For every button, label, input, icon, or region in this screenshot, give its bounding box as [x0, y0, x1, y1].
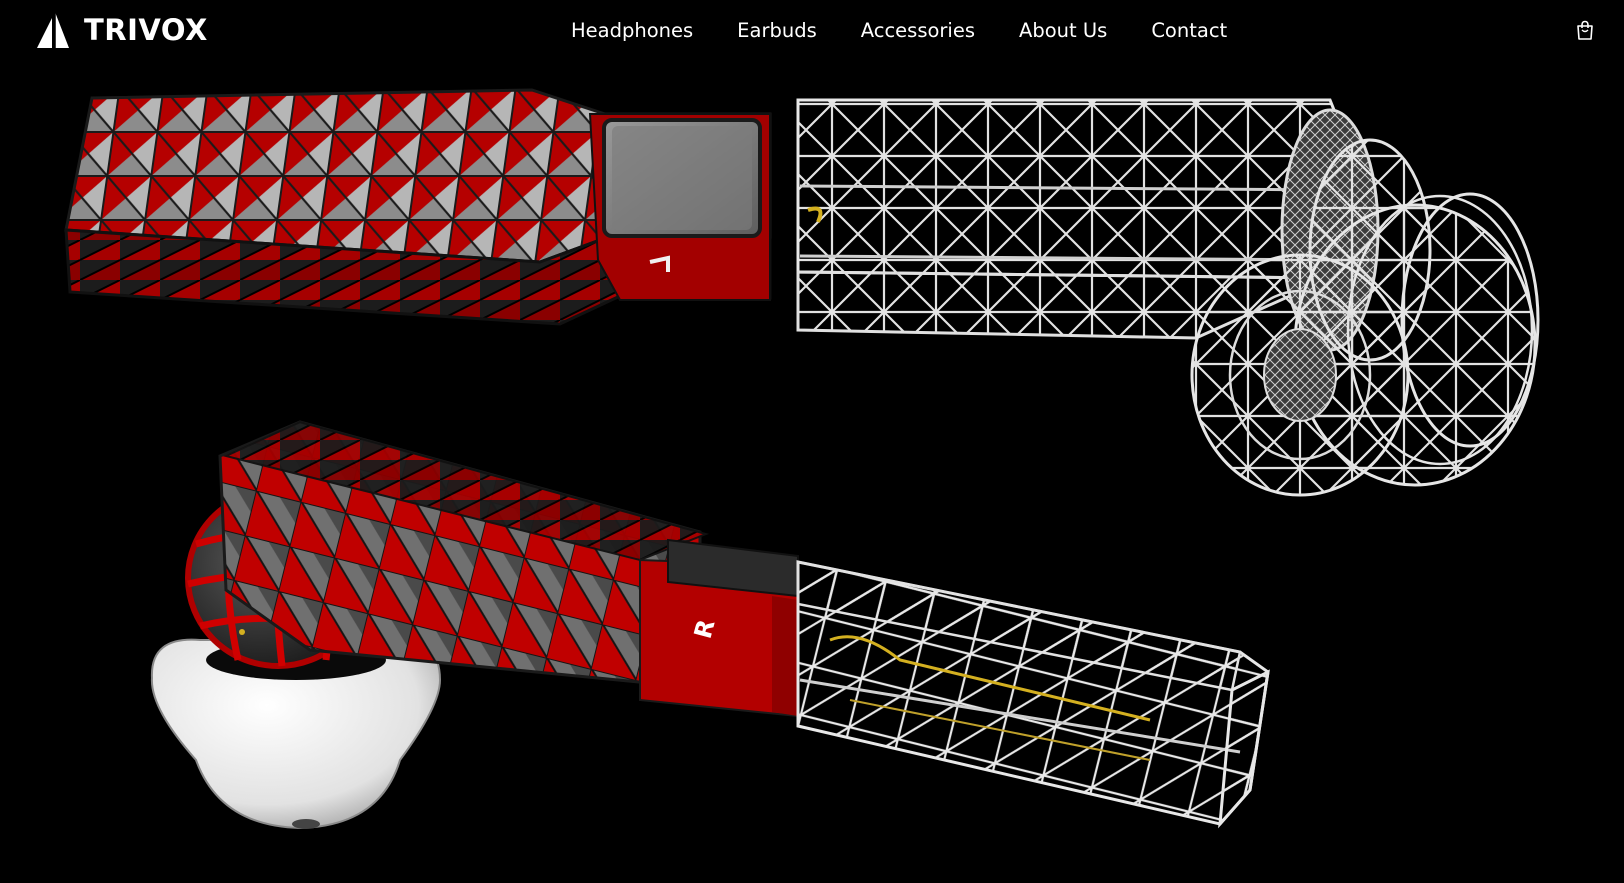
main-nav: Headphones Earbuds Accessories About Us … [571, 16, 1227, 46]
top-earbud-shell [64, 88, 772, 326]
shopping-bag-icon [1577, 20, 1593, 40]
top-earbud-wireframe [796, 98, 1540, 497]
nav-link-headphones[interactable]: Headphones [571, 16, 693, 46]
nav-link-earbuds[interactable]: Earbuds [737, 16, 817, 46]
brand-name: TRIVOX [84, 13, 208, 47]
earbud-render: R [64, 88, 1540, 830]
cart-button[interactable] [1574, 19, 1596, 41]
bottom-earbud-wireframe [796, 560, 1270, 829]
sail-logo-icon [37, 12, 69, 48]
page: R TRIVOX Headphones Earbuds Accessories … [0, 0, 1624, 883]
nav-link-accessories[interactable]: Accessories [861, 16, 975, 46]
brand-logo-link[interactable]: TRIVOX [34, 10, 208, 50]
nav-link-about-us[interactable]: About Us [1019, 16, 1107, 46]
nav-link-contact[interactable]: Contact [1151, 16, 1227, 46]
